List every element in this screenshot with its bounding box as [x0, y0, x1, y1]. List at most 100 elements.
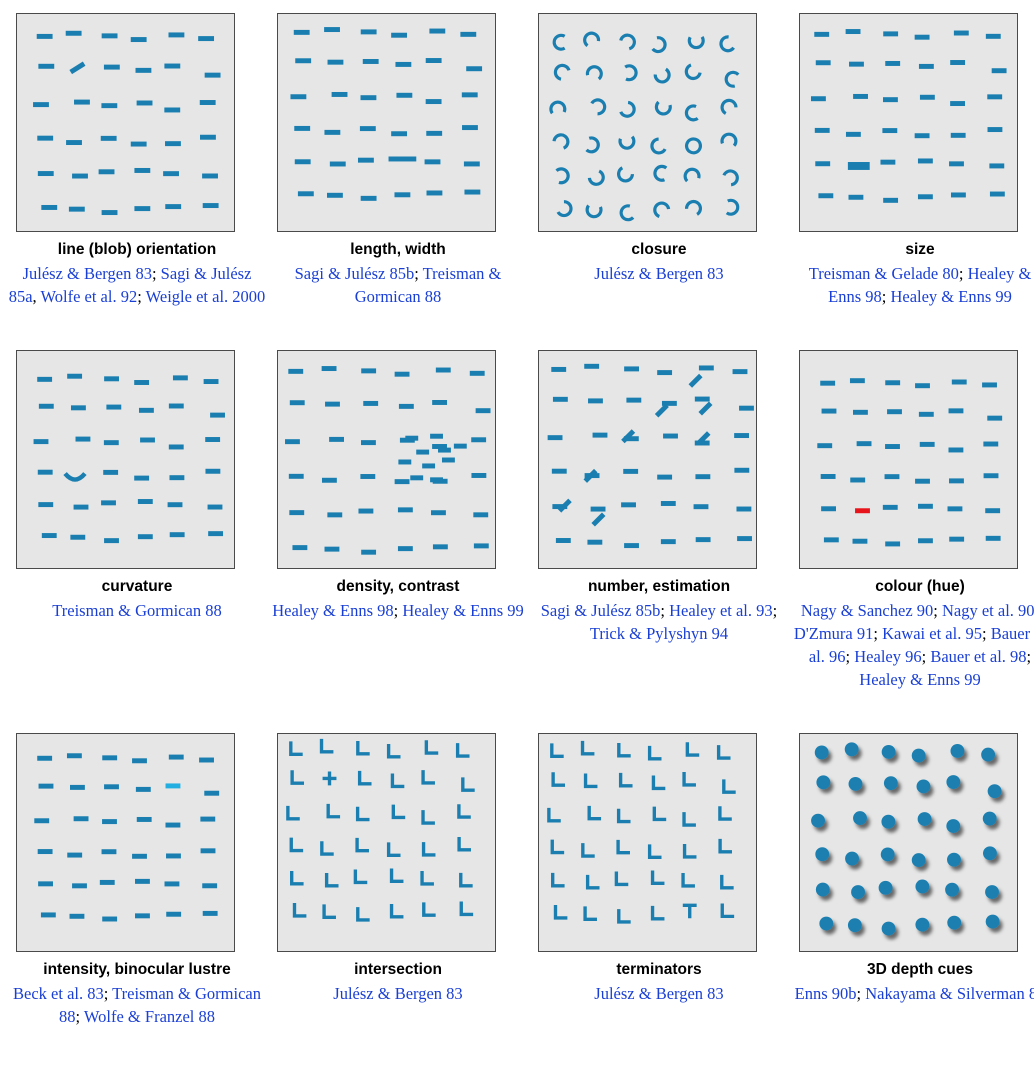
- feature-cell: size Treisman & Gelade 80; Healey & Enns …: [791, 13, 1034, 353]
- dash-mark: [624, 366, 640, 372]
- reference-link[interactable]: Treisman & Gormican 88: [52, 601, 221, 620]
- reference-link[interactable]: Kawai et al. 95: [882, 624, 982, 643]
- dash-mark: [919, 441, 935, 447]
- dash-mark: [67, 373, 83, 379]
- open-arc-mark: [552, 33, 566, 51]
- reference-link[interactable]: Julész & Bergen 83: [594, 264, 723, 283]
- dash-mark: [327, 512, 343, 518]
- reference-separator: ;: [151, 264, 161, 283]
- dash-mark: [453, 443, 467, 449]
- dash-mark: [396, 92, 413, 98]
- reference-link[interactable]: Nakayama & Silverman 86: [865, 984, 1034, 1003]
- dash-mark: [885, 380, 901, 386]
- dash-mark: [591, 512, 606, 527]
- open-arc-mark: [590, 98, 607, 116]
- feature-title: size: [905, 241, 935, 258]
- open-arc-mark: [653, 201, 671, 219]
- stimulus-drawing: [285, 366, 491, 555]
- stimulus-panel: [16, 733, 235, 952]
- dash-mark: [584, 363, 600, 369]
- dash-mark: [694, 396, 710, 402]
- l-shape-mark: [459, 872, 473, 888]
- dash-mark: [165, 822, 181, 828]
- reference-link[interactable]: Beck et al. 83: [13, 984, 104, 1003]
- l-shape-mark: [286, 805, 300, 821]
- reference-link[interactable]: Nagy et al. 90: [942, 601, 1034, 620]
- dash-mark: [359, 126, 376, 132]
- reference-separator: ;: [137, 287, 146, 306]
- dash-mark: [698, 365, 714, 371]
- dash-mark: [202, 173, 218, 179]
- dash-mark: [398, 403, 414, 409]
- dash-mark: [67, 852, 83, 858]
- sphere-mark: [814, 745, 829, 760]
- reference-list: Julész & Bergen 83: [269, 982, 527, 1005]
- l-shape-mark: [324, 872, 339, 888]
- dash-mark: [624, 543, 639, 549]
- feature-title: colour (hue): [875, 578, 965, 595]
- dash-mark: [460, 31, 477, 37]
- reference-link[interactable]: Julész & Bergen 83: [594, 984, 723, 1003]
- reference-link[interactable]: Enns 90b: [795, 984, 857, 1003]
- reference-link[interactable]: Healey & Enns 99: [859, 670, 980, 689]
- dash-mark: [394, 479, 410, 485]
- dash-mark: [164, 63, 181, 69]
- dash-mark: [136, 816, 152, 822]
- l-shape-mark: [616, 839, 630, 855]
- dash-mark: [817, 443, 833, 449]
- l-shape-mark: [391, 804, 406, 820]
- reference-link[interactable]: Sagi & Julész 85b: [541, 601, 661, 620]
- l-shape-mark: [647, 844, 662, 859]
- reference-list: Sagi & Julész 85b; Treisman & Gormican 8…: [269, 262, 527, 308]
- reference-link[interactable]: Healey & Enns 99: [890, 287, 1011, 306]
- reference-link[interactable]: Weigle et al. 2000: [146, 287, 266, 306]
- reference-link[interactable]: Healey et al. 93: [669, 601, 773, 620]
- reference-link[interactable]: Healey 96: [854, 647, 921, 666]
- reference-link[interactable]: Julész & Bergen 83: [23, 264, 152, 283]
- dash-mark: [883, 97, 898, 103]
- dash-mark: [461, 92, 478, 98]
- dash-mark: [426, 130, 443, 136]
- reference-link[interactable]: D'Zmura 91: [794, 624, 874, 643]
- l-shape-mark: [290, 770, 305, 785]
- t-shape-mark: [682, 903, 697, 919]
- reference-link[interactable]: Sagi & Julész 85b: [295, 264, 415, 283]
- stimulus-panel: [538, 13, 757, 232]
- l-shape-mark: [357, 770, 372, 786]
- reference-link[interactable]: Bauer et al. 98: [930, 647, 1026, 666]
- sphere-mark: [985, 885, 999, 899]
- reference-link[interactable]: Trick & Pylyshyn 94: [590, 624, 728, 643]
- dash-mark: [203, 379, 219, 385]
- l-shape-mark: [424, 740, 439, 755]
- dash-mark: [915, 383, 930, 389]
- dash-mark: [848, 194, 864, 200]
- dash-mark: [163, 171, 179, 177]
- reference-separator: ;: [103, 984, 113, 1003]
- sphere-mark: [881, 921, 896, 936]
- l-shape-mark: [353, 869, 368, 885]
- dash-mark: [75, 436, 91, 442]
- dash-mark: [430, 477, 443, 483]
- dash-mark: [850, 477, 866, 483]
- reference-link[interactable]: Wolfe et al. 92: [40, 287, 137, 306]
- reference-link[interactable]: Healey & Enns 99: [402, 601, 523, 620]
- dash-mark: [985, 33, 1001, 39]
- dash-mark: [823, 537, 839, 543]
- dash-mark: [293, 29, 310, 35]
- feature-title: intensity, binocular lustre: [43, 961, 231, 978]
- dash-mark: [69, 61, 86, 75]
- reference-separator: ;: [414, 264, 423, 283]
- dash-mark: [469, 370, 485, 376]
- sphere-mark: [815, 847, 830, 862]
- dash-mark: [205, 437, 221, 442]
- reference-link[interactable]: Healey & Enns 98: [272, 601, 393, 620]
- reference-link[interactable]: Nagy & Sanchez 90: [801, 601, 933, 620]
- l-shape-mark: [585, 874, 600, 890]
- reference-link[interactable]: Julész & Bergen 83: [333, 984, 462, 1003]
- reference-link[interactable]: Treisman & Gelade 80: [809, 264, 959, 283]
- open-arc-mark: [585, 65, 603, 81]
- reference-list: Sagi & Julész 85b; Healey et al. 93; Tri…: [530, 599, 788, 645]
- open-arc-mark: [624, 64, 638, 82]
- reference-link[interactable]: Wolfe & Franzel 88: [84, 1007, 215, 1026]
- dash-mark: [820, 380, 836, 386]
